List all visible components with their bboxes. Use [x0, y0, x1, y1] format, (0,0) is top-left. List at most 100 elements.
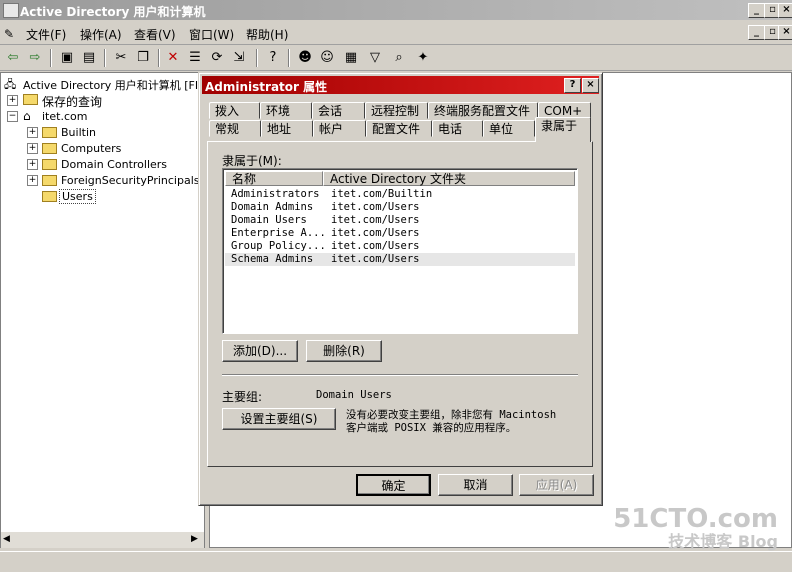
set-primary-group-button[interactable]: 设置主要组(S)	[222, 408, 336, 430]
filter-icon[interactable]: ▽	[366, 49, 384, 67]
tree-domain[interactable]: itet.com	[42, 110, 87, 123]
tree-domain-controllers[interactable]: Domain Controllers	[61, 158, 167, 171]
cut-icon[interactable]: ✂	[112, 49, 130, 67]
scroll-right-icon[interactable]: ▶	[191, 534, 198, 544]
tab-remote-control[interactable]: 远程控制	[365, 102, 428, 119]
window-title: Active Directory 用户和计算机	[20, 5, 206, 19]
tab-dial-in[interactable]: 拨入	[209, 102, 260, 119]
dialog-title-bar[interactable]: Administrator 属性 ? ×	[202, 76, 599, 94]
expand-icon[interactable]: +	[27, 159, 38, 170]
list-item[interactable]: Domain Users itet.com/Users	[225, 214, 575, 227]
tab-sessions[interactable]: 会话	[312, 102, 365, 119]
group-folder: itet.com/Users	[331, 227, 420, 239]
primary-group-label: 主要组:	[222, 390, 263, 404]
add-button[interactable]: 添加(D)...	[222, 340, 298, 362]
child-close-button[interactable]: ×	[778, 25, 792, 40]
group-name: Administrators	[231, 188, 320, 200]
watermark-line1: 51CTO.com	[613, 504, 778, 534]
group-name: Domain Admins	[231, 201, 314, 213]
dialog-close-button[interactable]: ×	[582, 78, 599, 93]
primary-group-value: Domain Users	[316, 389, 392, 401]
group-folder: itet.com/Users	[331, 240, 420, 252]
tree-foreign-security-principals[interactable]: ForeignSecurityPrincipals	[61, 174, 200, 187]
expand-icon[interactable]: +	[27, 127, 38, 138]
expand-icon[interactable]: +	[27, 175, 38, 186]
apply-button[interactable]: 应用(A)	[519, 474, 594, 496]
primary-group-note-line2: 客户端或 POSIX 兼容的应用程序。	[346, 422, 517, 434]
folder-icon	[23, 94, 38, 105]
column-header-name[interactable]: 名称	[225, 171, 323, 186]
up-folder-icon[interactable]: ▣	[58, 49, 76, 67]
dialog-help-button[interactable]: ?	[564, 78, 581, 93]
list-item-selected[interactable]: Schema Admins itet.com/Users	[225, 253, 575, 266]
member-of-list[interactable]: 名称 Active Directory 文件夹 Administrators i…	[222, 168, 578, 334]
menu-view[interactable]: 查看(V)	[134, 26, 176, 43]
tab-account[interactable]: 帐户	[313, 120, 366, 137]
copy-icon[interactable]: ❐	[134, 49, 152, 67]
remove-button[interactable]: 删除(R)	[306, 340, 382, 362]
menu-help[interactable]: 帮助(H)	[246, 26, 288, 43]
member-of-label: 隶属于(M):	[222, 154, 282, 168]
cancel-button[interactable]: 取消	[438, 474, 513, 496]
properties-icon[interactable]: ☰	[186, 49, 204, 67]
toolbar: ⇦ ⇨ ▣ ▤ ✂ ❐ ✕ ☰ ⟳ ⇲ ? ☻ ☺ ▦ ▽ ⌕ ✦	[0, 46, 792, 71]
help-icon[interactable]: ?	[264, 49, 282, 67]
list-item[interactable]: Administrators itet.com/Builtin	[225, 188, 575, 201]
tab-profile[interactable]: 配置文件	[366, 120, 432, 137]
scroll-left-icon[interactable]: ◀	[3, 534, 10, 544]
find-icon[interactable]: ⌕	[390, 49, 408, 67]
folder-icon	[42, 127, 57, 138]
tree-horizontal-scrollbar[interactable]: ◀ ▶	[1, 532, 204, 548]
forward-arrow-icon[interactable]: ⇨	[26, 49, 44, 67]
tab-address[interactable]: 地址	[261, 120, 313, 137]
tab-telephones[interactable]: 电话	[432, 120, 483, 137]
delete-icon[interactable]: ✕	[164, 49, 182, 67]
menu-file[interactable]: 文件(F)	[26, 26, 66, 43]
tree-root[interactable]: Active Directory 用户和计算机 [FIR	[23, 77, 206, 93]
tree-saved-queries[interactable]: 保存的查询	[42, 93, 102, 110]
menu-window[interactable]: 窗口(W)	[189, 26, 234, 43]
tab-environment[interactable]: 环境	[260, 102, 312, 119]
expand-icon[interactable]: +	[27, 143, 38, 154]
list-item[interactable]: Domain Admins itet.com/Users	[225, 201, 575, 214]
back-arrow-icon[interactable]: ⇦	[4, 49, 22, 67]
new-group-icon[interactable]: ☺	[318, 49, 336, 67]
menu-action[interactable]: 操作(A)	[80, 26, 122, 43]
column-header-folder[interactable]: Active Directory 文件夹	[323, 171, 575, 186]
tab-ts-profile[interactable]: 终端服务配置文件	[428, 102, 538, 119]
menu-bar: ✎ 文件(F) 操作(A) 查看(V) 窗口(W) 帮助(H) _ ▫ ×	[0, 22, 792, 45]
list-item[interactable]: Group Policy... itet.com/Users	[225, 240, 575, 253]
ok-button[interactable]: 确定	[356, 474, 431, 496]
close-button[interactable]: ×	[778, 3, 792, 18]
tree-computers[interactable]: Computers	[61, 142, 121, 155]
app-icon	[3, 3, 19, 18]
expand-icon[interactable]: +	[7, 95, 18, 106]
tree-builtin[interactable]: Builtin	[61, 126, 96, 139]
group-name: Schema Admins	[231, 253, 314, 265]
domain-icon: ⌂	[23, 109, 31, 123]
group-name: Domain Users	[231, 214, 307, 226]
tree-pane[interactable]: 🖧 Active Directory 用户和计算机 [FIR + 保存的查询 −…	[0, 72, 206, 548]
tab-general[interactable]: 常规	[209, 120, 261, 137]
minimize-button[interactable]: _	[748, 3, 765, 18]
folder-icon	[42, 175, 57, 186]
child-minimize-button[interactable]: _	[748, 25, 765, 40]
tab-organization[interactable]: 单位	[483, 120, 535, 137]
new-ou-icon[interactable]: ▦	[342, 49, 360, 67]
window-title-bar: Active Directory 用户和计算机 _ ▫ ×	[0, 0, 792, 20]
tab-member-of[interactable]: 隶属于	[535, 117, 591, 142]
group-folder: itet.com/Users	[331, 201, 420, 213]
group-folder: itet.com/Users	[331, 253, 420, 265]
watermark-line2: 技术博客 Blog	[668, 532, 778, 551]
show-tree-icon[interactable]: ▤	[80, 49, 98, 67]
member-of-panel: 隶属于(M): 名称 Active Directory 文件夹 Administ…	[207, 141, 593, 467]
tree-users[interactable]: Users	[59, 189, 96, 204]
list-item[interactable]: Enterprise A... itet.com/Users	[225, 227, 575, 240]
new-user-icon[interactable]: ☻	[296, 49, 314, 67]
export-list-icon[interactable]: ⇲	[230, 49, 248, 67]
add-to-group-icon[interactable]: ✦	[414, 49, 432, 67]
collapse-icon[interactable]: −	[7, 111, 18, 122]
refresh-icon[interactable]: ⟳	[208, 49, 226, 67]
group-name: Group Policy...	[231, 240, 326, 252]
group-folder: itet.com/Builtin	[331, 188, 433, 200]
